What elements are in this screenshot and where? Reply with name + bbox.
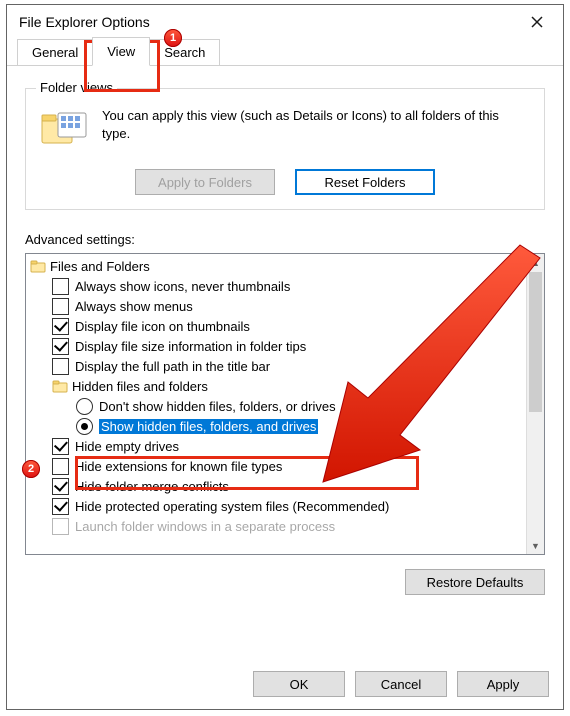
callout-arrow: [0, 0, 570, 716]
tab-view[interactable]: View: [92, 37, 150, 66]
